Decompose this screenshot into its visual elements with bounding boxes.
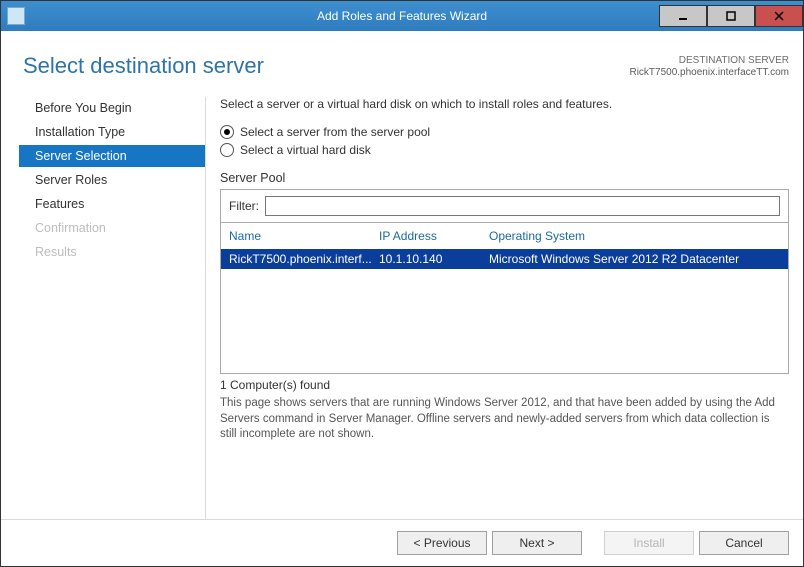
app-icon	[7, 7, 25, 25]
wizard-sidebar: Before You Begin Installation Type Serve…	[23, 97, 205, 519]
sidebar-item-before-you-begin[interactable]: Before You Begin	[23, 97, 205, 119]
filter-label: Filter:	[229, 199, 259, 213]
column-name[interactable]: Name	[229, 229, 379, 243]
destination-label: DESTINATION SERVER	[629, 55, 789, 67]
wizard-window: Add Roles and Features Wizard Select des…	[0, 0, 804, 567]
server-ip-cell: 10.1.10.140	[379, 252, 489, 266]
server-name-cell: RickT7500.phoenix.interf...	[229, 252, 379, 266]
wizard-body: Select destination server DESTINATION SE…	[1, 31, 803, 519]
filter-input[interactable]	[265, 196, 780, 216]
close-button[interactable]	[755, 5, 803, 27]
server-row[interactable]: RickT7500.phoenix.interf... 10.1.10.140 …	[221, 249, 788, 269]
destination-info: DESTINATION SERVER RickT7500.phoenix.int…	[629, 55, 789, 79]
main-panel: Select a server or a virtual hard disk o…	[205, 97, 789, 519]
minimize-button[interactable]	[659, 5, 707, 27]
server-os-cell: Microsoft Windows Server 2012 R2 Datacen…	[489, 252, 780, 266]
radio-icon	[220, 143, 234, 157]
sidebar-item-features[interactable]: Features	[23, 193, 205, 215]
header-row: Select destination server DESTINATION SE…	[23, 53, 789, 79]
filter-box: Filter:	[220, 189, 789, 223]
install-button: Install	[604, 531, 694, 555]
radio-server-pool-label: Select a server from the server pool	[240, 125, 430, 139]
sidebar-item-confirmation: Confirmation	[23, 217, 205, 239]
radio-virtual-hard-disk[interactable]: Select a virtual hard disk	[220, 143, 789, 157]
wizard-footer: < Previous Next > Install Cancel	[1, 519, 803, 566]
grid-header: Name IP Address Operating System	[221, 223, 788, 249]
sidebar-item-results: Results	[23, 241, 205, 263]
title-bar: Add Roles and Features Wizard	[1, 1, 803, 31]
radio-server-pool[interactable]: Select a server from the server pool	[220, 125, 789, 139]
cancel-button[interactable]: Cancel	[699, 531, 789, 555]
page-title: Select destination server	[23, 53, 264, 79]
radio-vhd-label: Select a virtual hard disk	[240, 143, 371, 157]
destination-value: RickT7500.phoenix.interfaceTT.com	[629, 67, 789, 79]
maximize-button[interactable]	[707, 5, 755, 27]
sidebar-item-installation-type[interactable]: Installation Type	[23, 121, 205, 143]
computers-found-text: 1 Computer(s) found	[220, 378, 789, 392]
sidebar-item-server-roles[interactable]: Server Roles	[23, 169, 205, 191]
server-grid: Name IP Address Operating System RickT75…	[220, 223, 789, 374]
content-row: Before You Begin Installation Type Serve…	[23, 97, 789, 519]
previous-button[interactable]: < Previous	[397, 531, 487, 555]
page-description: This page shows servers that are running…	[220, 396, 789, 443]
server-pool-label: Server Pool	[220, 171, 789, 185]
sidebar-item-server-selection[interactable]: Server Selection	[19, 145, 205, 167]
column-os[interactable]: Operating System	[489, 229, 780, 243]
next-button[interactable]: Next >	[492, 531, 582, 555]
column-ip[interactable]: IP Address	[379, 229, 489, 243]
window-controls	[659, 6, 803, 27]
radio-icon	[220, 125, 234, 139]
instruction-text: Select a server or a virtual hard disk o…	[220, 97, 789, 111]
